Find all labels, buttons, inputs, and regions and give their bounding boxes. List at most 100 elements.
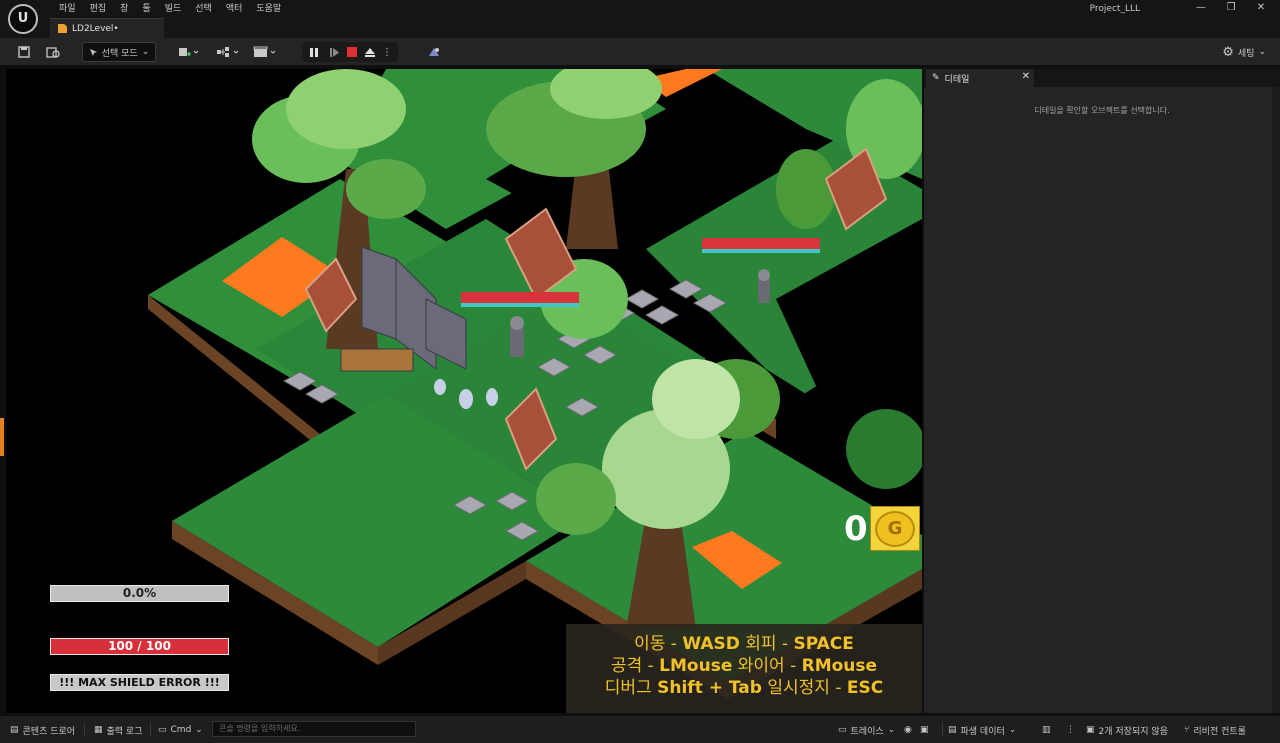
gold-count: 0 — [844, 509, 868, 549]
divider — [150, 723, 151, 737]
details-panel: ✎ 디테일 ✕ 디테일을 확인할 오브젝트를 선택합니다. — [924, 69, 1280, 713]
add-actor-icon[interactable] — [176, 42, 202, 62]
panel-edge-marker — [0, 418, 4, 456]
editor-window: U 파일 편집 창 툴 빌드 선택 액터 도움말 Project_LLL — ❐… — [0, 0, 1280, 743]
details-scrollbar[interactable] — [1272, 87, 1280, 713]
source-control-icon[interactable]: ⋮ — [1066, 721, 1075, 739]
pause-icon[interactable] — [304, 42, 324, 62]
minimize-icon[interactable]: — — [1188, 0, 1214, 16]
step-frame-icon[interactable] — [324, 42, 344, 62]
play-options-icon[interactable]: ⋮ — [382, 42, 392, 62]
details-tab-label: 디테일 — [944, 74, 970, 85]
trace-icon: ▭ — [838, 725, 847, 735]
level-viewport[interactable]: 0.0% 100 / 100 !!! MAX SHIELD ERROR !!! … — [6, 69, 922, 713]
enemy-character — [758, 269, 770, 303]
close-icon[interactable]: ✕ — [1022, 71, 1030, 82]
unsaved-label: 2개 저장되지 않음 — [1098, 726, 1168, 737]
help-key-text: WASD — [682, 634, 740, 654]
branch-icon: ⑂ — [1184, 725, 1190, 735]
level-document-tab[interactable]: LD2Level• — [50, 18, 164, 38]
menu-file[interactable]: 파일 — [52, 2, 83, 16]
derived-data-button[interactable]: ▤ 파생 데이터 ⌄ — [948, 721, 1016, 739]
drawer-icon: ▤ — [10, 725, 19, 735]
help-text: 와이어 - — [732, 656, 802, 676]
help-text: 공격 - — [610, 656, 660, 676]
experience-bar: 0.0% — [50, 585, 229, 602]
save-icon[interactable] — [14, 42, 34, 62]
content-drawer-button[interactable]: ▤ 콘텐츠 드로어 — [10, 721, 75, 739]
help-key-text: LMouse — [659, 656, 733, 676]
chevron-down-icon: ⌄ — [887, 725, 896, 735]
help-key-text: Shift + Tab — [657, 678, 762, 698]
unsaved-assets-button[interactable]: ▣ 2개 저장되지 않음 — [1086, 721, 1168, 739]
stats-icon[interactable]: ▥ — [1042, 721, 1051, 739]
divider — [942, 723, 943, 737]
main-toolbar: 선택 모드 ⌄ ⋮ ⚙ 세팅 ⌄ — [0, 38, 1280, 66]
console-input[interactable]: 콘솔 명령을 입력하세요. — [212, 721, 416, 737]
gold-coin-icon: G — [870, 506, 920, 551]
level-tab-label: LD2Level• — [72, 23, 119, 34]
menu-window[interactable]: 창 — [113, 2, 135, 16]
restore-icon[interactable]: ❐ — [1218, 0, 1244, 16]
project-name: Project_LLL — [1089, 4, 1140, 14]
revision-control-button[interactable]: ⑂ 리비전 컨트롤 — [1184, 721, 1246, 739]
close-window-icon[interactable]: ✕ — [1248, 0, 1274, 16]
player-character — [510, 316, 524, 357]
menu-select[interactable]: 선택 — [188, 2, 219, 16]
title-bar: U 파일 편집 창 툴 빌드 선택 액터 도움말 Project_LLL — ❐… — [0, 0, 1280, 38]
chevron-down-icon: ⌄ — [141, 47, 150, 57]
help-key-text: RMouse — [801, 656, 878, 676]
status-bar: ▤ 콘텐츠 드로어 ▦ 출력 로그 ▭ Cmd ⌄ 콘솔 명령을 입력하세요. … — [0, 715, 1280, 743]
game-scene — [6, 69, 922, 699]
output-log-label: 출력 로그 — [106, 726, 143, 737]
settings-label: 세팅 — [1237, 48, 1255, 59]
play-controls: ⋮ — [302, 42, 398, 62]
details-hint: 디테일을 확인할 오브젝트를 선택합니다. — [1034, 106, 1170, 115]
output-log-button[interactable]: ▦ 출력 로그 — [94, 721, 143, 739]
chevron-down-icon: ⌄ — [1258, 47, 1266, 57]
terminal-icon: ▭ — [158, 725, 167, 735]
help-key-text: ESC — [846, 678, 884, 698]
camera-icon[interactable]: ▣ — [920, 721, 929, 739]
cinematics-icon[interactable] — [252, 42, 280, 62]
database-icon: ▤ — [948, 725, 957, 735]
details-tab-bar: ✎ 디테일 ✕ — [924, 69, 1280, 87]
platforms-icon[interactable] — [424, 42, 444, 62]
details-tab[interactable]: ✎ 디테일 ✕ — [926, 69, 1034, 87]
eject-icon[interactable] — [360, 42, 380, 62]
menu-actor[interactable]: 액터 — [219, 2, 250, 16]
gold-coin-letter: G — [875, 510, 915, 547]
unreal-logo-icon[interactable]: U — [8, 4, 38, 34]
settings-button[interactable]: ⚙ 세팅 ⌄ — [1222, 42, 1266, 62]
health-bar: 100 / 100 — [50, 638, 229, 655]
chevron-down-icon: ⌄ — [1008, 725, 1017, 735]
content-browser-icon[interactable] — [43, 42, 63, 62]
mode-select-label: 선택 모드 — [101, 48, 138, 59]
content-drawer-label: 콘텐츠 드로어 — [22, 726, 76, 737]
cmd-dropdown[interactable]: ▭ Cmd ⌄ — [158, 721, 203, 739]
menu-help[interactable]: 도움말 — [249, 2, 288, 16]
help-text: 일시정지 - — [761, 678, 847, 698]
help-key-text: SPACE — [793, 634, 854, 654]
gear-icon: ⚙ — [1222, 44, 1234, 60]
trace-button[interactable]: ▭ 트레이스 ⌄ — [838, 721, 895, 739]
menu-tools[interactable]: 툴 — [135, 2, 157, 16]
derived-data-label: 파생 데이터 — [960, 726, 1005, 737]
trace-label: 트레이스 — [850, 726, 884, 737]
blueprint-icon[interactable] — [215, 42, 243, 62]
save-icon: ▣ — [1086, 725, 1095, 735]
help-text: 이동 - — [634, 634, 683, 654]
menu-bar: 파일 편집 창 툴 빌드 선택 액터 도움말 — [52, 2, 288, 16]
help-line-attack: 공격 - LMouse 와이어 - RMouse — [566, 655, 922, 677]
log-icon: ▦ — [94, 725, 103, 735]
shield-error-bar: !!! MAX SHIELD ERROR !!! — [50, 674, 229, 691]
stop-icon[interactable] — [342, 42, 362, 62]
record-icon[interactable]: ◉ — [904, 721, 912, 739]
help-text: 회피 - — [739, 634, 794, 654]
help-line-move: 이동 - WASD 회피 - SPACE — [566, 633, 922, 655]
divider — [84, 723, 85, 737]
menu-edit[interactable]: 편집 — [83, 2, 114, 16]
menu-build[interactable]: 빌드 — [158, 2, 189, 16]
pencil-icon: ✎ — [932, 73, 940, 83]
mode-select-dropdown[interactable]: 선택 모드 ⌄ — [82, 42, 156, 62]
